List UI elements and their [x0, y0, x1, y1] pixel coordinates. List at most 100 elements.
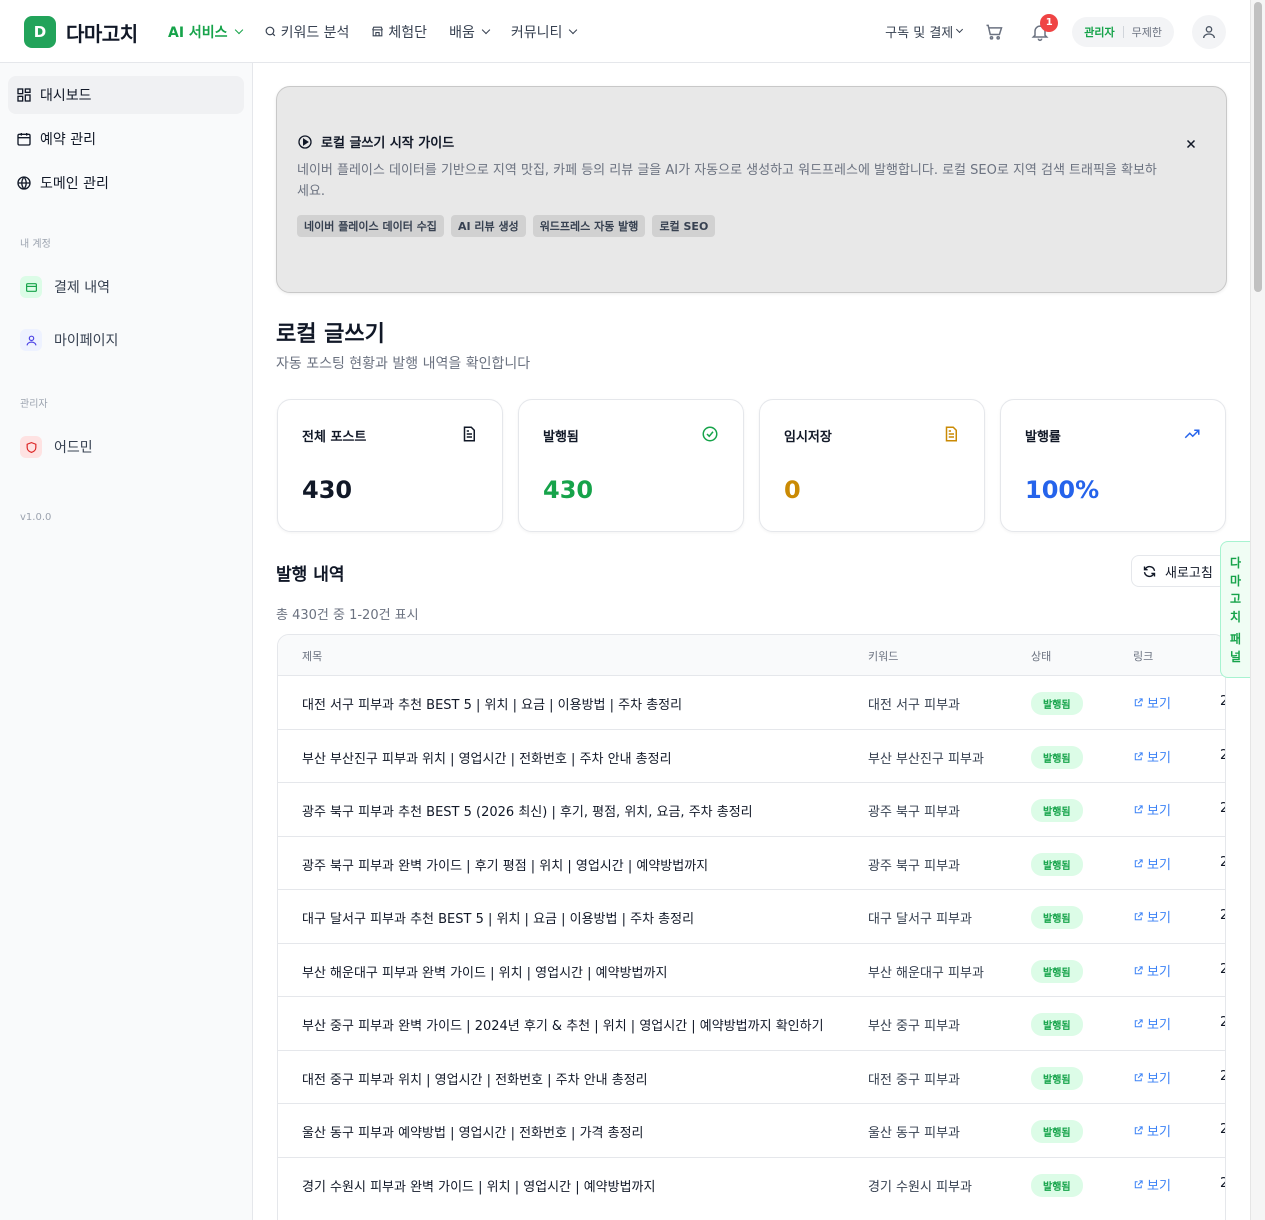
brand-name: 다마고치	[66, 21, 138, 46]
status-badge: 발행됨	[1031, 799, 1083, 822]
row-title: 대전 서구 피부과 추천 BEST 5 | 위치 | 요금 | 이용방법 | 주…	[302, 698, 683, 713]
view-link[interactable]: 보기	[1133, 854, 1171, 873]
guide-banner: 로컬 글쓰기 시작 가이드 네이버 플레이스 데이터를 기반으로 지역 맛집, …	[276, 86, 1227, 293]
refresh-icon	[1143, 565, 1156, 577]
sidebar-item-reservation[interactable]: 예약 관리	[8, 120, 244, 158]
row-keyword: 대전 중구 피부과	[868, 1072, 960, 1088]
external-link-icon	[1134, 751, 1143, 760]
view-link-label: 보기	[1147, 911, 1171, 926]
view-link[interactable]: 보기	[1133, 747, 1171, 766]
chevron-down-icon	[569, 25, 578, 34]
damagotchi-panel-tab[interactable]: 다마고치패널	[1220, 541, 1250, 678]
chevron-down-icon	[956, 25, 964, 34]
logo-badge: D	[24, 16, 56, 48]
view-link[interactable]: 보기	[1133, 907, 1171, 926]
stat-card-draft: 임시저장 0	[759, 399, 985, 532]
row-title: 울산 동구 피부과 예약방법 | 영업시간 | 전화번호 | 가격 총정리	[302, 1126, 644, 1141]
row-date: 2	[1220, 962, 1225, 977]
refresh-label: 새로고침	[1165, 565, 1213, 581]
row-title: 부산 해운대구 피부과 완벽 가이드 | 위치 | 영업시간 | 예약방법까지	[302, 965, 668, 981]
table-row: 경기 수원시 피부과 완벽 가이드 | 위치 | 영업시간 | 예약방법까지 경기…	[278, 1156, 1225, 1211]
external-link-icon	[1134, 1179, 1143, 1188]
table-header: 제목 키워드 상태 링크	[278, 635, 1225, 675]
row-title: 광주 북구 피부과 완벽 가이드 | 후기 평점 | 위치 | 영업시간 | 예…	[302, 858, 709, 874]
chevron-down-icon	[234, 25, 243, 34]
page-scrollbar[interactable]	[1250, 0, 1265, 1220]
trending-up-icon	[1184, 429, 1200, 439]
sidebar-item-label: 예약 관리	[40, 132, 96, 148]
status-badge: 발행됨	[1031, 1120, 1083, 1143]
stat-card-published: 발행됨 430	[518, 399, 744, 532]
row-date: 2	[1220, 908, 1225, 923]
view-link-label: 보기	[1147, 1178, 1171, 1194]
view-link-label: 보기	[1147, 697, 1171, 712]
shield-icon	[20, 436, 42, 458]
nav-label: 커뮤니티	[510, 24, 563, 41]
table-row: 부산 부산진구 피부과 위치 | 영업시간 | 전화번호 | 주차 안내 총정리…	[278, 728, 1225, 783]
cart-button[interactable]	[980, 18, 1008, 46]
row-keyword: 울산 동구 피부과	[868, 1126, 960, 1141]
row-title: 부산 중구 피부과 완벽 가이드 | 2024년 후기 & 추천 | 위치 | …	[302, 1019, 824, 1034]
stat-value: 0	[784, 476, 801, 504]
stat-value: 100%	[1025, 476, 1100, 504]
sidebar-item-payments[interactable]: 결제 내역	[20, 276, 110, 298]
row-title: 부산 부산진구 피부과 위치 | 영업시간 | 전화번호 | 주차 안내 총정리	[302, 751, 672, 767]
user-avatar-button[interactable]	[1192, 14, 1226, 49]
close-guide-button[interactable]	[1182, 135, 1200, 153]
brand-logo[interactable]: D 다마고치	[24, 16, 138, 48]
nav-ai-service[interactable]: AI 서비스	[168, 22, 243, 42]
guide-tag: 로컬 SEO	[652, 215, 716, 237]
row-keyword: 대구 달서구 피부과	[868, 912, 972, 927]
row-date: 2	[1220, 1122, 1225, 1137]
sidebar-item-mypage[interactable]: 마이페이지	[20, 329, 118, 351]
chevron-down-icon	[481, 25, 491, 34]
nav-keyword-analysis[interactable]: 키워드 분석	[264, 22, 349, 42]
view-link[interactable]: 보기	[1133, 1175, 1171, 1194]
globe-icon	[17, 176, 31, 190]
stat-value: 430	[543, 476, 594, 504]
guide-title: 로컬 글쓰기 시작 가이드	[297, 132, 454, 151]
history-table: 제목 키워드 상태 링크 대전 서구 피부과 추천 BEST 5 | 위치 | …	[277, 634, 1226, 1220]
stat-value: 430	[302, 476, 353, 504]
nav-community[interactable]: 커뮤니티	[510, 22, 578, 42]
scrollbar-thumb[interactable]	[1254, 2, 1262, 292]
nav-label: 배움	[449, 24, 475, 41]
external-link-icon	[1134, 1126, 1143, 1135]
view-link[interactable]: 보기	[1133, 1014, 1171, 1033]
sidebar-item-dashboard[interactable]: 대시보드	[8, 76, 244, 114]
notification-button[interactable]: 1	[1026, 13, 1059, 46]
view-link[interactable]: 보기	[1133, 800, 1171, 819]
view-link[interactable]: 보기	[1133, 961, 1171, 980]
row-date: 2	[1220, 748, 1225, 763]
user-icon	[1203, 25, 1215, 38]
user-icon	[20, 329, 42, 351]
subscribe-menu[interactable]: 구독 및 결제	[885, 22, 964, 41]
role-pill: 관리자 무제한	[1072, 16, 1174, 47]
sidebar-item-domain[interactable]: 도메인 관리	[8, 164, 244, 202]
status-badge: 발행됨	[1031, 959, 1083, 983]
status-badge: 발행됨	[1031, 1173, 1083, 1197]
row-title: 경기 수원시 피부과 완벽 가이드 | 위치 | 영업시간 | 예약방법까지	[302, 1179, 656, 1195]
sidebar-item-admin[interactable]: 어드민	[20, 436, 93, 458]
view-link[interactable]: 보기	[1133, 1121, 1171, 1140]
status-badge: 발행됨	[1031, 745, 1083, 769]
panel-tab-char: 치	[1229, 610, 1242, 624]
external-link-icon	[1134, 1019, 1143, 1028]
subscribe-label: 구독 및 결제	[885, 26, 954, 41]
view-link[interactable]: 보기	[1133, 1068, 1171, 1087]
view-link-label: 보기	[1147, 1125, 1171, 1140]
refresh-button[interactable]: 새로고침	[1131, 555, 1227, 587]
nav-learn[interactable]: 배움	[449, 22, 491, 42]
external-link-icon	[1134, 858, 1143, 867]
page-title: 로컬 글쓰기	[276, 322, 385, 347]
status-badge: 발행됨	[1031, 692, 1083, 715]
nav-experience[interactable]: 체험단	[371, 22, 427, 42]
panel-tab-char: 패	[1229, 632, 1242, 646]
panel-tab-char: 널	[1229, 650, 1242, 664]
stat-label: 발행률	[1025, 430, 1061, 445]
column-header: 제목	[302, 650, 323, 663]
view-link[interactable]: 보기	[1133, 693, 1171, 712]
section-label-account: 내 계정	[20, 239, 51, 250]
table-row: 광주 북구 피부과 추천 BEST 5 (2026 최신) | 후기, 평점, …	[278, 782, 1225, 836]
notification-badge: 1	[1040, 13, 1059, 32]
